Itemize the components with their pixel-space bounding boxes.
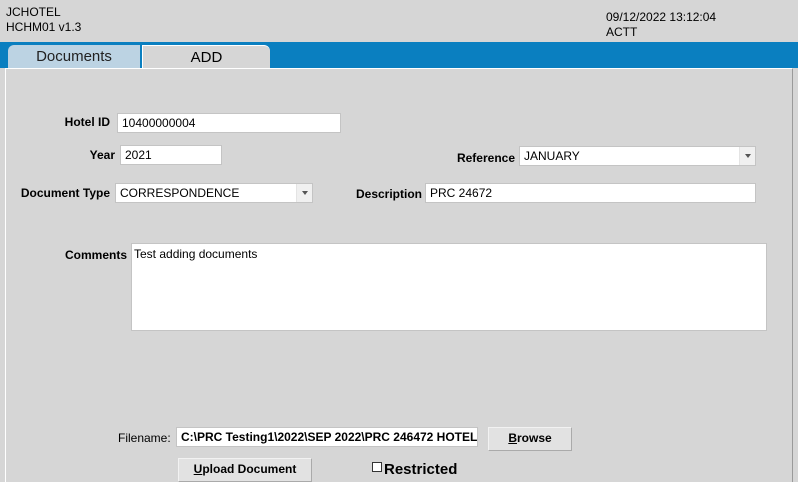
- comments-textarea[interactable]: Test adding documents: [131, 243, 767, 331]
- filename-label: Filename:: [118, 431, 171, 445]
- reference-value: JANUARY: [524, 149, 580, 163]
- document-type-value: CORRESPONDENCE: [120, 186, 240, 200]
- comments-label: Comments: [64, 248, 127, 262]
- description-label: Description: [355, 187, 422, 201]
- app-header: JCHOTEL HCHM01 v1.3 09/12/2022 13:12:04 …: [0, 0, 798, 42]
- hotel-id-input[interactable]: 10400000004: [117, 113, 341, 133]
- restricted-label: Restricted: [384, 461, 458, 478]
- browse-label: rowse: [516, 431, 552, 445]
- tab-documents[interactable]: Documents: [8, 45, 140, 68]
- hotel-id-label: Hotel ID: [64, 115, 110, 129]
- checkbox-icon[interactable]: [372, 462, 382, 472]
- document-type-label: Document Type: [20, 186, 110, 200]
- chevron-down-icon[interactable]: [296, 184, 312, 202]
- year-label: Year: [89, 148, 115, 162]
- document-type-select[interactable]: CORRESPONDENCE: [115, 183, 313, 203]
- browse-accel: B: [508, 431, 517, 445]
- user-name: ACTT: [606, 25, 638, 39]
- app-version: HCHM01 v1.3: [6, 20, 82, 34]
- add-document-panel: Hotel ID 10400000004 Year 2021 Reference…: [5, 68, 793, 482]
- tab-add-document[interactable]: ADD DOCUMENT: [142, 45, 270, 89]
- reference-label: Reference: [456, 151, 515, 165]
- chevron-down-icon[interactable]: [739, 147, 755, 165]
- datetime: 09/12/2022 13:12:04: [606, 10, 717, 24]
- description-input[interactable]: PRC 24672: [425, 183, 756, 203]
- restricted-checkbox[interactable]: Restricted: [372, 461, 457, 479]
- filename-input[interactable]: C:\PRC Testing1\2022\SEP 2022\PRC 246472…: [176, 427, 478, 447]
- browse-button[interactable]: Browse: [488, 427, 572, 451]
- tab-bar: Documents ADD DOCUMENT: [0, 42, 798, 89]
- upload-label: pload Document: [202, 462, 297, 476]
- reference-select[interactable]: JANUARY: [519, 146, 756, 166]
- year-input[interactable]: 2021: [120, 145, 222, 165]
- app-name: JCHOTEL: [6, 5, 61, 19]
- upload-document-button[interactable]: Upload Document: [178, 458, 312, 482]
